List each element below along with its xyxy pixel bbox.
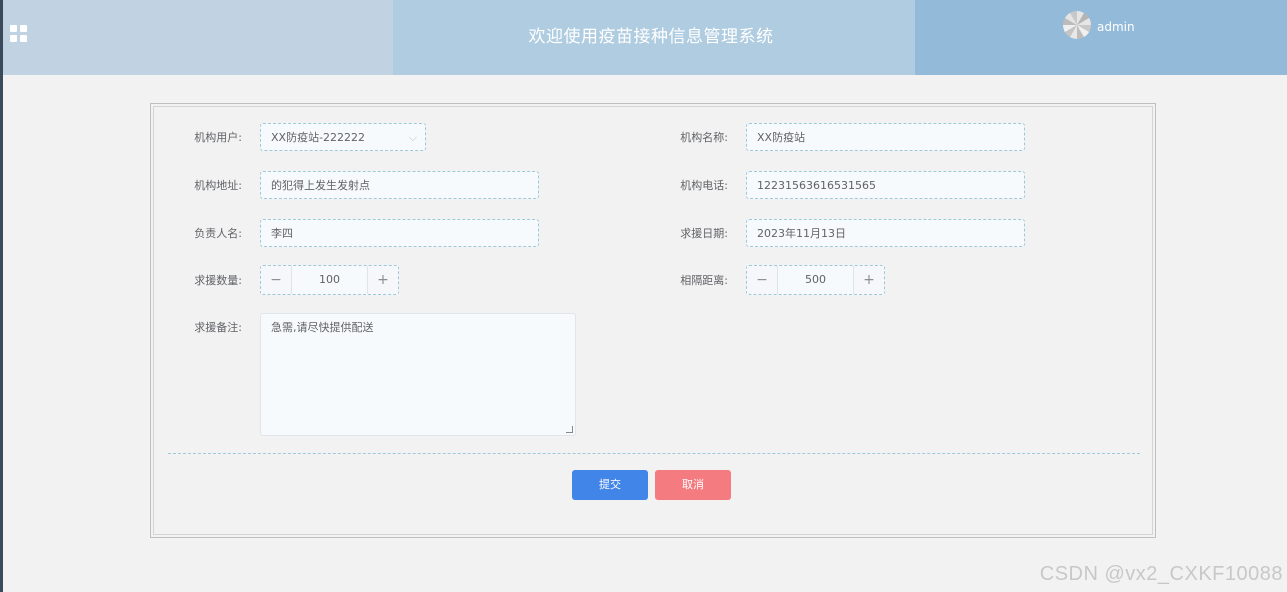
submit-button[interactable]: 提交 xyxy=(572,470,648,500)
notes-textarea[interactable]: 急需,请尽快提供配送 xyxy=(260,313,576,436)
cancel-button[interactable]: 取消 xyxy=(655,470,731,500)
app-title: 欢迎使用疫苗接种信息管理系统 xyxy=(528,27,774,47)
org-address-label: 机构地址: xyxy=(194,179,242,192)
form-divider xyxy=(168,453,1140,454)
avatar-icon[interactable] xyxy=(1063,11,1091,39)
distance-value[interactable]: 500 xyxy=(778,266,853,294)
org-user-value: XX防疫站-222222 xyxy=(271,131,366,144)
resize-handle-icon[interactable] xyxy=(566,426,573,433)
org-address-field[interactable]: 的犯得上发生发射点 xyxy=(260,171,539,199)
contact-name-field[interactable]: 李四 xyxy=(260,219,539,247)
header-segment-right xyxy=(915,0,1287,75)
org-name-label: 机构名称: xyxy=(680,131,728,144)
grid-icon[interactable] xyxy=(10,25,28,43)
notes-value: 急需,请尽快提供配送 xyxy=(271,321,374,334)
rescue-date-field[interactable]: 2023年11月13日 xyxy=(746,219,1025,247)
org-user-label: 机构用户: xyxy=(194,131,242,144)
rescue-date-label: 求援日期: xyxy=(680,227,728,240)
chevron-down-icon: ⌵ xyxy=(408,131,417,144)
distance-stepper[interactable]: − 500 + xyxy=(746,265,885,295)
header-segment-left xyxy=(3,0,393,75)
decrease-button[interactable]: − xyxy=(261,266,292,294)
window-left-edge xyxy=(0,0,3,592)
rescue-count-stepper[interactable]: − 100 + xyxy=(260,265,399,295)
decrease-button[interactable]: − xyxy=(747,266,778,294)
contact-name-label: 负责人名: xyxy=(194,227,242,240)
org-name-field[interactable]: XX防疫站 xyxy=(746,123,1025,151)
rescue-count-value[interactable]: 100 xyxy=(292,266,367,294)
rescue-count-label: 求援数量: xyxy=(194,274,242,287)
username[interactable]: admin xyxy=(1097,20,1135,34)
watermark: CSDN @vx2_CXKF10088 xyxy=(1039,563,1283,585)
distance-label: 相隔距离: xyxy=(680,274,728,287)
increase-button[interactable]: + xyxy=(367,266,398,294)
org-phone-field[interactable]: 12231563616531565 xyxy=(746,171,1025,199)
org-user-select[interactable]: XX防疫站-222222 ⌵ xyxy=(260,123,426,151)
notes-label: 求援备注: xyxy=(194,321,242,334)
increase-button[interactable]: + xyxy=(853,266,884,294)
org-phone-label: 机构电话: xyxy=(680,179,728,192)
